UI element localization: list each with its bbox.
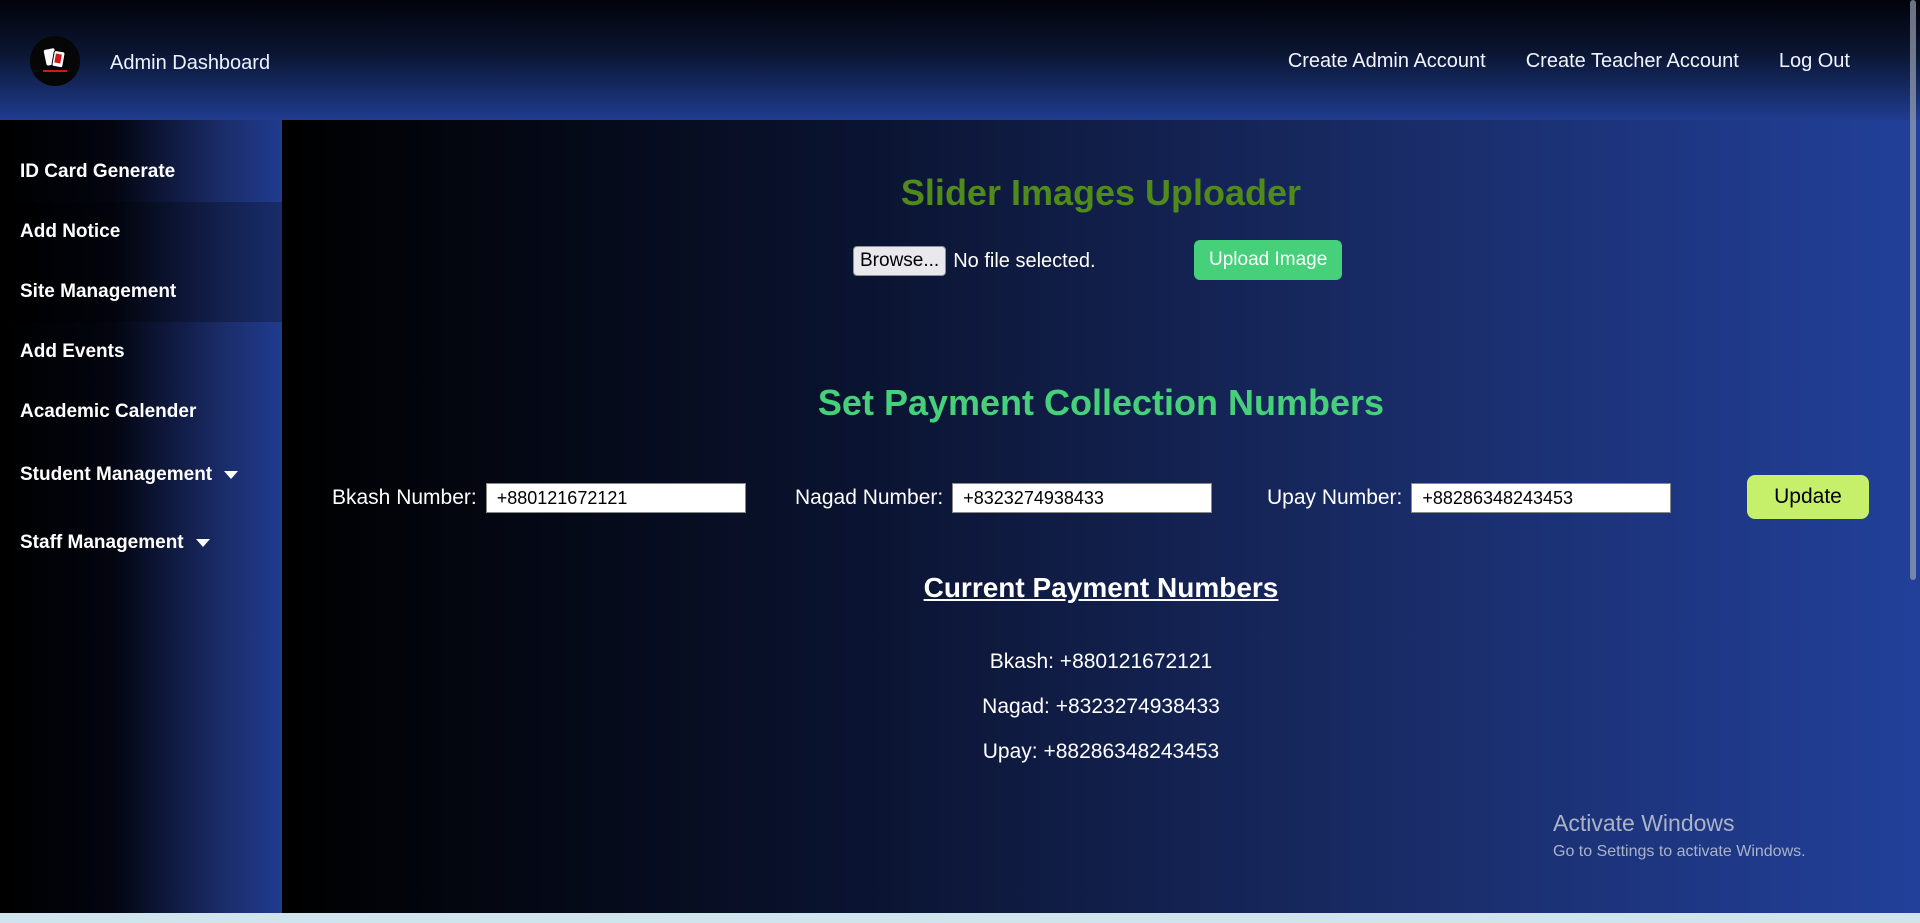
sidebar-item-student-management[interactable]: Student Management <box>0 442 282 508</box>
sidebar-item-label: Student Management <box>20 464 213 485</box>
sidebar-item-site-management[interactable]: Site Management <box>0 262 282 322</box>
current-upay-text: Upay: +88286348243453 <box>982 740 1220 763</box>
school-logo-icon[interactable] <box>30 36 80 86</box>
update-button[interactable]: Update <box>1747 475 1869 519</box>
upay-input[interactable] <box>1411 483 1672 513</box>
sidebar-item-staff-management[interactable]: Staff Management <box>0 508 282 578</box>
payment-numbers-title: Set Payment Collection Numbers <box>817 382 1385 423</box>
activate-windows-watermark: Activate Windows Go to Settings to activ… <box>1553 810 1806 861</box>
caret-down-icon[interactable] <box>224 471 239 479</box>
upload-image-button[interactable]: Upload Image <box>1194 240 1343 280</box>
sidebar-item-academic-calender[interactable]: Academic Calender <box>0 382 282 442</box>
sidebar-item-label: Academic Calender <box>20 401 197 422</box>
upay-field: Upay Number: <box>1267 483 1672 513</box>
main-content: Slider Images Uploader Browse... No file… <box>282 120 1920 913</box>
nagad-input[interactable] <box>952 483 1213 513</box>
brand-title[interactable]: Admin Dashboard <box>110 52 270 75</box>
sidebar-item-label: Site Management <box>20 281 177 302</box>
slider-uploader-title: Slider Images Uploader <box>900 172 1302 213</box>
watermark-subtitle: Go to Settings to activate Windows. <box>1553 843 1806 860</box>
nagad-field: Nagad Number: <box>795 483 1213 513</box>
bkash-field: Bkash Number: <box>332 483 746 513</box>
top-nav: Create Admin Account Create Teacher Acco… <box>1288 50 1850 73</box>
log-out-link[interactable]: Log Out <box>1779 50 1850 73</box>
watermark-title: Activate Windows <box>1553 810 1735 836</box>
current-bkash-text: Bkash: +880121672121 <box>989 650 1213 673</box>
browse-button[interactable]: Browse... <box>853 246 947 276</box>
nagad-label: Nagad Number: <box>795 486 944 509</box>
bottom-strip <box>0 913 1920 923</box>
create-admin-account-link[interactable]: Create Admin Account <box>1288 50 1486 73</box>
sidebar-item-label: Staff Management <box>20 532 184 553</box>
create-teacher-account-link[interactable]: Create Teacher Account <box>1526 50 1739 73</box>
scrollbar[interactable] <box>1910 0 1916 580</box>
sidebar-item-label: Add Notice <box>20 221 121 242</box>
top-header: Admin Dashboard Create Admin Account Cre… <box>0 0 1920 120</box>
upay-label: Upay Number: <box>1267 486 1403 509</box>
bkash-input[interactable] <box>485 483 746 513</box>
bkash-label: Bkash Number: <box>332 486 477 509</box>
current-nagad-text: Nagad: +8323274938433 <box>982 695 1220 718</box>
caret-down-icon[interactable] <box>195 539 210 547</box>
current-payment-title: Current Payment Numbers <box>923 572 1279 603</box>
sidebar-item-add-events[interactable]: Add Events <box>0 322 282 382</box>
sidebar: ID Card Generate Add Notice Site Managem… <box>0 120 282 913</box>
file-input[interactable]: Browse... No file selected. <box>853 246 1096 276</box>
sidebar-item-label: ID Card Generate <box>20 161 176 182</box>
sidebar-item-id-card-generate[interactable]: ID Card Generate <box>0 142 282 202</box>
file-status-text: No file selected. <box>953 249 1096 272</box>
sidebar-item-add-notice[interactable]: Add Notice <box>0 202 282 262</box>
sidebar-item-label: Add Events <box>20 341 125 362</box>
